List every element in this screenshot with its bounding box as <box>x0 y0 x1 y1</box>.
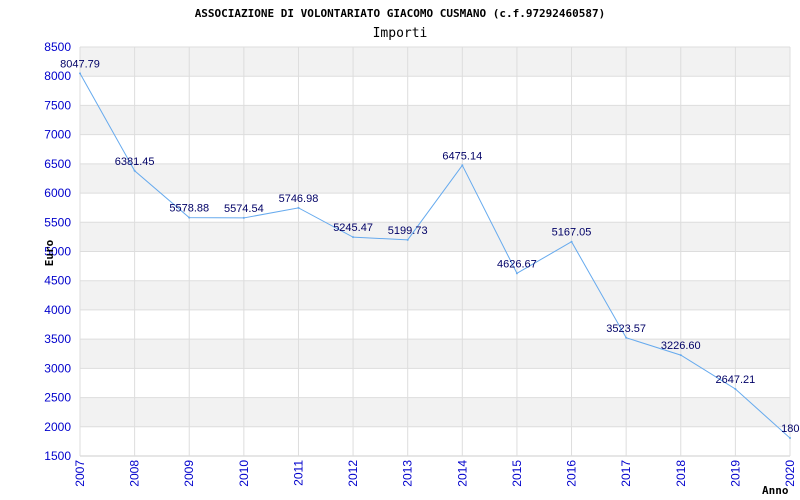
x-tick-label: 2010 <box>237 460 251 487</box>
x-axis-label: Anno <box>762 484 789 497</box>
data-label: 3523.57 <box>606 323 646 335</box>
data-label: 5167.05 <box>552 227 592 239</box>
data-point <box>734 387 737 390</box>
data-label: 5746.98 <box>279 193 319 205</box>
x-tick-label: 2016 <box>565 460 579 487</box>
grid-band <box>80 47 790 77</box>
data-label: 5574.54 <box>224 203 264 215</box>
x-tick-label: 2015 <box>510 460 524 487</box>
y-tick-label: 2500 <box>44 391 71 405</box>
data-point <box>461 164 464 167</box>
grid-band <box>80 222 790 252</box>
data-label: 5199.73 <box>388 225 428 237</box>
data-point <box>406 238 409 241</box>
data-label: 2647.21 <box>716 374 756 386</box>
y-tick-label: 8500 <box>44 40 71 54</box>
y-tick-label: 2000 <box>44 420 71 434</box>
data-label: 4626.67 <box>497 258 537 270</box>
y-tick-label: 3500 <box>44 332 71 346</box>
x-tick-label: 2019 <box>728 460 742 487</box>
chart-title: ASSOCIAZIONE DI VOLONTARIATO GIACOMO CUS… <box>195 7 606 20</box>
y-tick-label: 7500 <box>44 98 71 112</box>
x-tick-label: 2014 <box>455 460 469 487</box>
y-tick-label: 1500 <box>44 449 71 463</box>
grid-band <box>80 163 790 194</box>
x-tick-label: 2017 <box>619 460 633 487</box>
data-label: 3226.60 <box>661 340 701 352</box>
x-tick-label: 2011 <box>291 460 305 486</box>
data-point <box>242 216 245 219</box>
data-label: 6381.45 <box>115 156 155 168</box>
data-point <box>625 336 628 339</box>
x-tick-label: 2020 <box>783 460 797 487</box>
data-point <box>133 169 136 172</box>
data-label: 1807.0 <box>781 423 800 435</box>
y-tick-label: 5500 <box>44 215 71 229</box>
y-tick-label: 6500 <box>44 157 71 171</box>
x-axis-ticks: 2007 2008 2009 2010 2011 2012 2013 2014 2015 2016… <box>73 460 797 487</box>
grid-band <box>80 105 790 135</box>
x-tick-label: 2009 <box>182 460 196 487</box>
y-tick-label: 3000 <box>44 361 71 375</box>
data-label: 6475.14 <box>442 150 482 162</box>
data-point <box>188 216 191 219</box>
x-tick-label: 2008 <box>128 460 142 487</box>
x-tick-label: 2007 <box>73 460 87 487</box>
data-label: 5578.88 <box>169 203 209 215</box>
data-point <box>679 354 682 357</box>
data-point <box>789 437 791 440</box>
data-label: 5245.47 <box>333 222 373 234</box>
x-tick-label: 2013 <box>401 460 415 487</box>
chart-subtitle: Importi <box>373 26 428 41</box>
data-point <box>79 72 81 75</box>
y-tick-label: 4500 <box>44 274 71 288</box>
line-chart: ASSOCIAZIONE DI VOLONTARIATO GIACOMO CUS… <box>43 7 800 497</box>
y-tick-label: 7000 <box>44 128 71 142</box>
data-point <box>515 272 518 275</box>
data-point <box>570 240 573 243</box>
data-point <box>352 236 355 239</box>
grid-band <box>80 397 790 427</box>
y-tick-label: 6000 <box>44 186 71 200</box>
y-tick-label: 8000 <box>44 69 71 83</box>
y-axis-label: Euro <box>43 239 56 266</box>
y-tick-label: 4000 <box>44 303 71 317</box>
data-label: 8047.79 <box>60 58 100 70</box>
plot-background <box>80 47 790 427</box>
data-point <box>297 206 300 209</box>
x-tick-label: 2012 <box>346 460 360 487</box>
grid-band <box>80 280 790 310</box>
x-tick-label: 2018 <box>674 460 688 487</box>
